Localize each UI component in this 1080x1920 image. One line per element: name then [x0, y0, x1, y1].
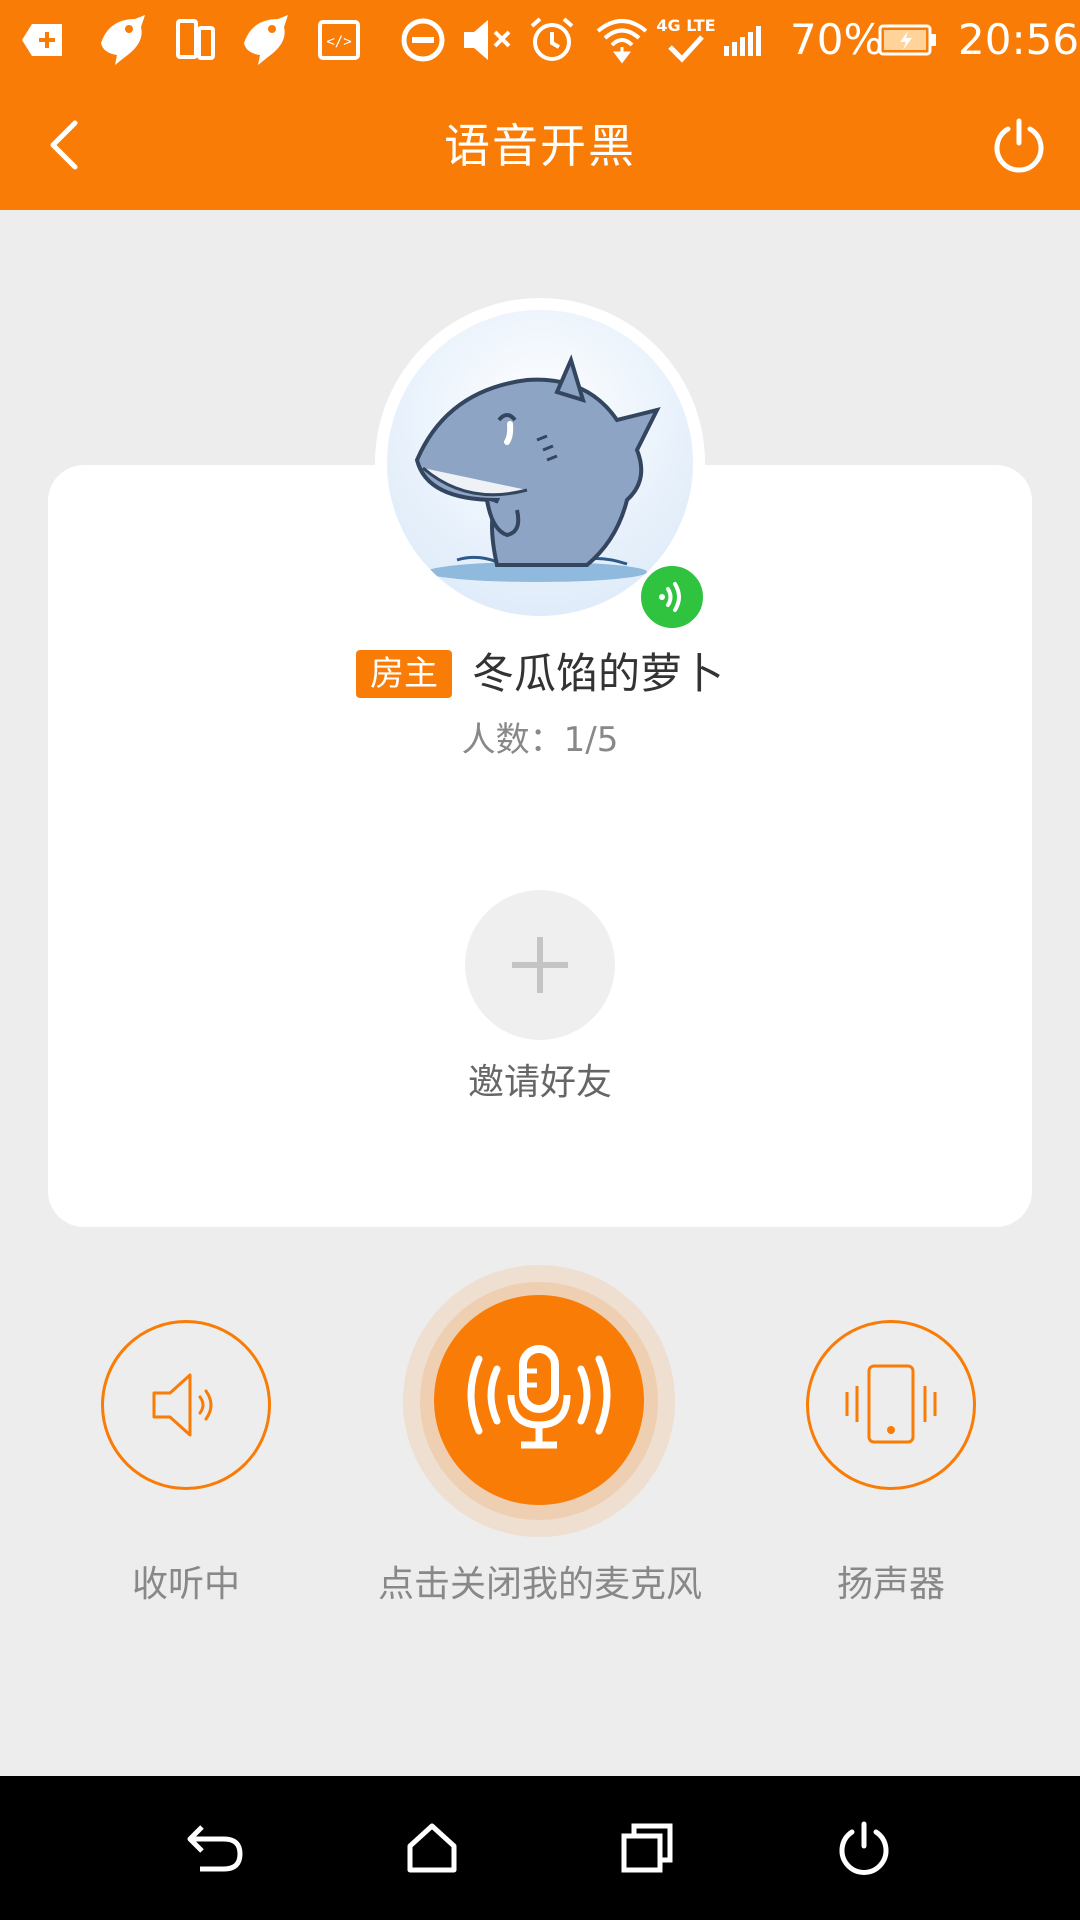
- lte-check-icon: 4G LTE: [655, 12, 717, 68]
- svg-text:</>: </>: [326, 34, 351, 50]
- shark-app-icon: [95, 12, 149, 68]
- battery-percent: 70%: [790, 15, 884, 64]
- microphone-label: 点击关闭我的麦克风: [377, 1564, 702, 1605]
- notification-plus-icon: [22, 12, 64, 68]
- app-bar: 语音开黑: [0, 80, 1080, 210]
- nav-back-button[interactable]: [180, 1812, 252, 1884]
- listen-label: 收听中: [131, 1564, 240, 1605]
- alarm-icon: [528, 12, 576, 68]
- home-icon: [407, 1823, 457, 1873]
- owner-name-row: 房主 冬瓜馅的萝卜: [0, 648, 1080, 700]
- nav-power-button[interactable]: [828, 1812, 900, 1884]
- exit-room-button[interactable]: [984, 110, 1054, 180]
- nav-home-button[interactable]: [396, 1812, 468, 1884]
- invite-friend-label: 邀请好友: [467, 1062, 612, 1103]
- page-title: 语音开黑: [444, 119, 636, 173]
- plus-icon: [512, 937, 568, 993]
- clock: 20:56: [958, 15, 1080, 64]
- speaker-toggle-button[interactable]: [806, 1320, 976, 1490]
- invite-friend-button[interactable]: [465, 890, 615, 1040]
- signal-icon: [722, 12, 770, 68]
- speaker-volume-icon: [152, 1373, 213, 1437]
- battery-charging-icon: [878, 12, 938, 68]
- shark-avatar-icon: [414, 354, 661, 582]
- do-not-disturb-icon: [400, 12, 446, 68]
- wifi-icon: [594, 12, 650, 68]
- nav-recents-button[interactable]: [612, 1812, 684, 1884]
- shark-app-icon: [238, 12, 292, 68]
- code-icon: </>: [318, 12, 360, 68]
- speaking-indicator: [638, 563, 706, 631]
- system-nav-bar: [0, 1776, 1080, 1920]
- mute-icon: [462, 12, 514, 68]
- microphone-toggle-button[interactable]: [434, 1295, 644, 1505]
- power-icon: [994, 118, 1044, 173]
- owner-avatar[interactable]: [387, 310, 693, 616]
- recents-icon: [621, 1823, 673, 1873]
- status-bar: </> 4G LTE 70% 20:56: [0, 0, 1080, 80]
- power-icon: [839, 1821, 889, 1875]
- listen-toggle-button[interactable]: [101, 1320, 271, 1490]
- owner-tag: 房主: [355, 650, 452, 698]
- microphone-icon: [467, 1345, 611, 1449]
- dual-screen-icon: [175, 12, 217, 68]
- network-type-label: 4G LTE: [656, 16, 716, 35]
- member-count: 人数：1/5: [461, 720, 619, 760]
- phone-vibrate-icon: [845, 1364, 937, 1444]
- speaker-label: 扬声器: [836, 1564, 945, 1605]
- back-icon: [187, 1825, 243, 1872]
- owner-name: 冬瓜馅的萝卜: [471, 649, 724, 698]
- voice-wave-icon: [659, 582, 681, 612]
